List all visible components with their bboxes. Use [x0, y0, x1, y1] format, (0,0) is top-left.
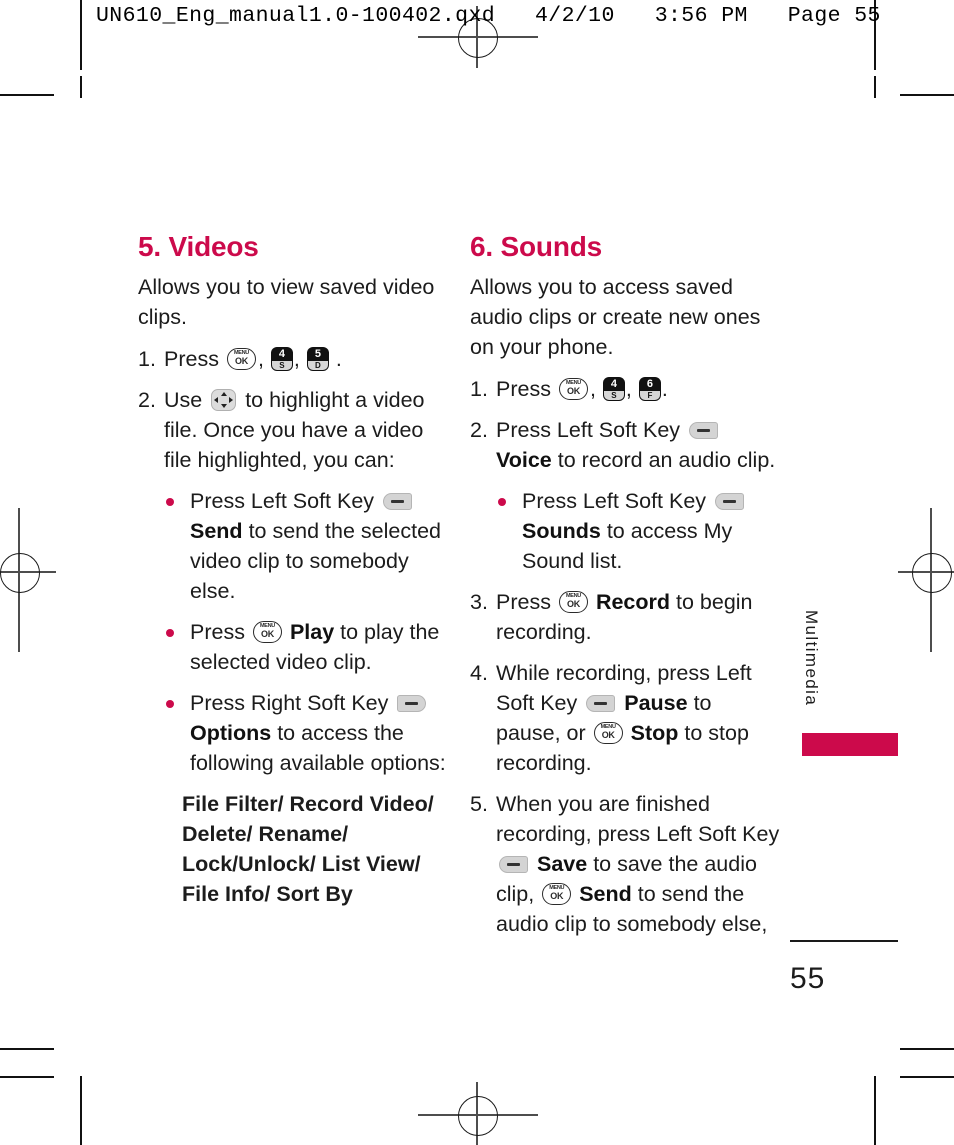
- videos-bullet-options-label: Options: [190, 721, 272, 745]
- videos-options-list: File Filter/ Record Video/ Delete/ Renam…: [138, 789, 450, 909]
- number-key-4-icon: 4 S: [271, 348, 292, 370]
- videos-bullet-play-lead: Press: [190, 620, 245, 644]
- sounds-step-2-lead: Press Left Soft Key: [496, 418, 681, 442]
- sounds-step-4-label-pause: Pause: [624, 691, 688, 715]
- sounds-step-3-number: 3.: [470, 590, 488, 614]
- option-line: Delete/ Rename/: [182, 822, 349, 846]
- section-sounds: 6. Sounds Allows you to access saved aud…: [470, 230, 782, 950]
- sounds-step-5-number: 5.: [470, 792, 488, 816]
- bullet-dot-icon: [166, 629, 174, 637]
- sounds-step-1-number: 1.: [470, 377, 488, 401]
- left-soft-key-icon: [383, 493, 413, 510]
- sounds-step-1-sep-2: ,: [625, 377, 632, 401]
- manual-page: 5. Videos Allows you to view saved video…: [0, 0, 954, 1145]
- sounds-step-1: 1. Press MENU OK , 4 S , 6 F .: [470, 374, 782, 404]
- sounds-step-5-label-send: Send: [579, 882, 632, 906]
- section-title-sounds: 6. Sounds: [470, 231, 602, 262]
- videos-bullet-send-lead: Press Left Soft Key: [190, 489, 375, 513]
- bullet-dot-icon: [498, 498, 506, 506]
- videos-bullet-send-label: Send: [190, 519, 243, 543]
- right-soft-key-icon: [397, 695, 427, 712]
- videos-step-1: 1. Press MENU OK , 4 S , 5 D .: [138, 344, 450, 374]
- sounds-step-4-number: 4.: [470, 661, 488, 685]
- sounds-bullet-lead: Press Left Soft Key: [522, 489, 707, 513]
- sounds-step-2-tail: to record an audio clip.: [557, 448, 776, 472]
- menu-ok-key-icon: MENU OK: [226, 348, 256, 370]
- section-title-videos: 5. Videos: [138, 231, 259, 262]
- side-tab-color-bar: [802, 733, 898, 756]
- sounds-step-5-lead: When you are finished recording, press L…: [496, 792, 780, 846]
- videos-bullet-send: Press Left Soft Key Send to send the sel…: [138, 486, 450, 606]
- videos-bullet-options-lead: Press Right Soft Key: [190, 691, 389, 715]
- section-videos: 5. Videos Allows you to view saved video…: [138, 230, 450, 909]
- videos-step-2: 2. Use to highlight a video file. Once y…: [138, 385, 450, 475]
- sounds-step-3-lead: Press: [496, 590, 551, 614]
- videos-intro: Allows you to view saved video clips.: [138, 275, 435, 329]
- left-soft-key-icon: [499, 856, 528, 873]
- videos-step-1-number: 1.: [138, 347, 156, 371]
- sounds-step-2: 2. Press Left Soft Key Voice to record a…: [470, 415, 782, 475]
- left-soft-key-icon: [715, 493, 745, 510]
- sounds-step-1-lead: Press: [496, 377, 551, 401]
- bullet-dot-icon: [166, 700, 174, 708]
- sounds-step-3: 3. Press MENU OK Record to begin recordi…: [470, 587, 782, 647]
- option-line: Lock/Unlock/ List View/: [182, 852, 421, 876]
- videos-step-2-text: to highlight a video file. Once you have…: [164, 388, 425, 472]
- number-key-5-icon: 5 D: [307, 348, 328, 370]
- videos-step-2-lead: Use: [164, 388, 203, 412]
- left-soft-key-icon: [689, 422, 719, 439]
- option-line: File Info/ Sort By: [182, 882, 353, 906]
- menu-ok-key-icon: MENU OK: [558, 591, 588, 613]
- bullet-dot-icon: [166, 498, 174, 506]
- videos-bullet-play-label: Play: [289, 620, 335, 644]
- menu-ok-key-icon: MENU OK: [542, 883, 572, 905]
- menu-ok-key-icon: MENU OK: [252, 621, 282, 643]
- sounds-step-1-end: .: [661, 377, 668, 401]
- sounds-intro: Allows you to access saved audio clips o…: [470, 275, 761, 359]
- page-number: 55: [790, 962, 826, 995]
- sounds-step-4-label-stop: Stop: [630, 721, 679, 745]
- sounds-step-5-label-save: Save: [536, 852, 588, 876]
- option-line: File Filter/ Record Video/: [182, 792, 434, 816]
- number-key-4-icon: 4 S: [603, 378, 624, 400]
- videos-step-1-end: .: [335, 347, 342, 371]
- sounds-step-1-sep-1: ,: [589, 377, 596, 401]
- left-soft-key-icon: [586, 695, 616, 712]
- videos-step-2-number: 2.: [138, 388, 156, 412]
- sounds-step-5-tail: to send the audio clip to somebody else,: [496, 882, 768, 936]
- navigation-pad-icon: [211, 389, 237, 411]
- sounds-step-2-label: Voice: [496, 448, 552, 472]
- sounds-step-2-number: 2.: [470, 418, 488, 442]
- sounds-bullet-label: Sounds: [522, 519, 601, 543]
- videos-bullet-play: Press MENU OK Play to play the selected …: [138, 617, 450, 677]
- sounds-step-4: 4. While recording, press Left Soft Key …: [470, 658, 782, 778]
- sounds-step-5: 5. When you are finished recording, pres…: [470, 789, 782, 939]
- menu-ok-key-icon: MENU OK: [593, 722, 623, 744]
- videos-step-1-lead: Press: [164, 347, 219, 371]
- videos-step-1-sep-2: ,: [293, 347, 300, 371]
- videos-step-1-sep-1: ,: [257, 347, 264, 371]
- folio-rule: [790, 940, 898, 942]
- menu-ok-key-icon: MENU OK: [558, 378, 588, 400]
- sounds-step-3-label: Record: [595, 590, 671, 614]
- videos-bullet-options: Press Right Soft Key Options to access t…: [138, 688, 450, 778]
- number-key-6-icon: 6 F: [639, 378, 660, 400]
- sounds-bullet-sounds: Press Left Soft Key Sounds to access My …: [470, 486, 782, 576]
- side-tab-multimedia: Multimedia: [802, 610, 821, 707]
